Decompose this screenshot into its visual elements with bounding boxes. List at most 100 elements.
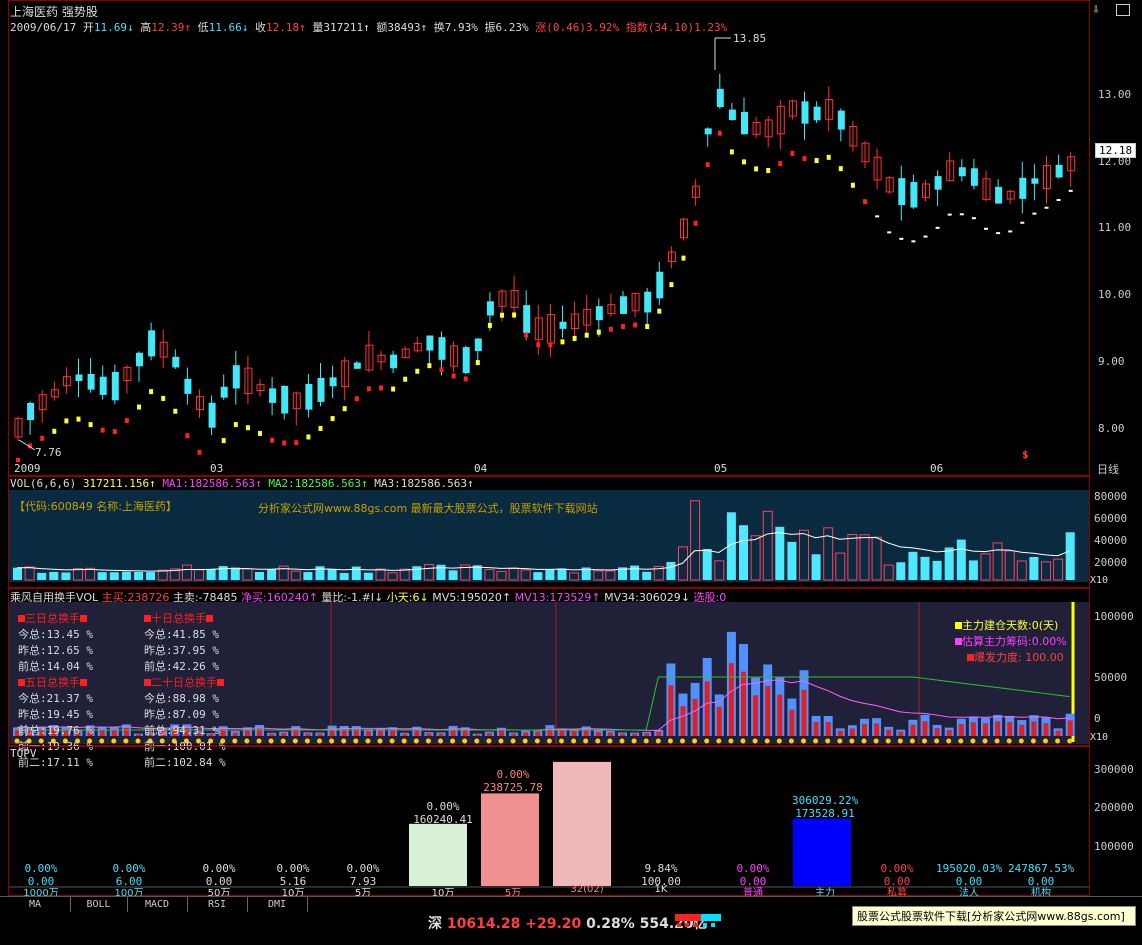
ad-banner[interactable]: 股票公式股票软件下载[分析家公式网www.88gs.com] [852, 906, 1136, 926]
support-dot [596, 329, 601, 335]
candle-body [837, 110, 845, 130]
volume-bar [1029, 556, 1039, 580]
turnover-dot [946, 738, 952, 744]
turnover-dot [425, 738, 431, 744]
volume-bar [339, 572, 349, 580]
tab-rsi[interactable]: RSI [187, 897, 248, 912]
turnover-inner-bar [1031, 721, 1037, 736]
support-dot [621, 324, 625, 330]
turnover-dot [304, 738, 310, 744]
turnover-dot [1018, 738, 1024, 744]
tab-macd[interactable]: MACD [127, 897, 188, 912]
topv-bar [793, 818, 851, 886]
support-dot [742, 159, 746, 165]
turnover-dot [244, 738, 250, 744]
period-label[interactable]: 日线 [1097, 461, 1119, 477]
volume-bar [739, 525, 748, 580]
turnover-dot [329, 738, 335, 744]
turnover-inner-bar [257, 728, 262, 736]
turnover-inner-bar [704, 681, 710, 736]
support-dot [306, 434, 311, 440]
topv-pct: 306029.22% [792, 794, 859, 807]
price-tick: 10.00 [1098, 288, 1132, 301]
volume-bar [267, 569, 277, 580]
turnover-dot [801, 738, 806, 744]
support-dot [245, 425, 250, 431]
candle-body [111, 371, 119, 401]
turn-tick: 50000 [1094, 671, 1128, 684]
support-dot [233, 422, 238, 428]
support-dot [403, 376, 408, 382]
candle-body [910, 181, 918, 208]
support-dot [778, 161, 783, 167]
support-dot [391, 386, 396, 392]
volume-bar [1065, 532, 1075, 580]
support-dot [548, 342, 553, 348]
turnover-dot [353, 738, 359, 744]
topv-pct: 0.00% [202, 862, 236, 875]
support-dot [669, 282, 674, 288]
candle-body [172, 356, 180, 368]
candle-body [27, 402, 35, 421]
topv-pct: 0.00% [736, 862, 770, 875]
topv-pct: 9.84% [644, 862, 678, 875]
turnover-inner-bar [535, 731, 541, 736]
turnover-inner-bar [777, 694, 783, 736]
vol-tick: 20000 [1094, 556, 1128, 569]
min-marker-line [18, 439, 36, 451]
candle-body [208, 402, 216, 428]
candle-body [184, 378, 192, 394]
candle-body [1055, 164, 1063, 178]
support-dot [330, 416, 335, 422]
volume-bar [49, 571, 59, 580]
candle-body [220, 386, 228, 398]
candle-body [704, 128, 712, 135]
support-dot [1044, 206, 1049, 209]
support-dot [911, 240, 916, 243]
turnover-axis: 100000 50000 0 [1090, 588, 1136, 746]
support-dot [342, 406, 347, 412]
turnover-inner-bar [983, 723, 988, 736]
turnover-inner-bar [692, 698, 698, 736]
candle-body [728, 109, 736, 121]
turnover-inner-bar [511, 733, 517, 736]
code-text: 【代码:600849 名称:上海医药】 [14, 500, 177, 513]
topv-bar [553, 761, 611, 886]
turnover-inner-bar [946, 730, 952, 736]
support-dot [318, 425, 323, 431]
candle-body [801, 101, 809, 124]
turnover-dot [498, 738, 504, 744]
kline-chart[interactable] [9, 30, 1089, 462]
turnover-dot [413, 738, 419, 744]
turnover-inner-bar [402, 733, 408, 736]
tab-boll[interactable]: BOLL [70, 897, 128, 912]
candle-body [462, 347, 470, 374]
support-dot [1020, 221, 1025, 224]
volume-bar [109, 572, 119, 580]
turnover-dot [292, 738, 298, 744]
turnover-inner-bar [390, 729, 396, 736]
support-dot [475, 360, 480, 366]
turnover-inner-bar [99, 729, 105, 736]
support-dot [863, 199, 867, 205]
support-dot [959, 213, 964, 216]
topv-bar [409, 823, 467, 886]
tab-dmi[interactable]: DMI [247, 897, 308, 912]
price-tick: 9.00 [1098, 355, 1125, 368]
volume-bar [255, 572, 264, 580]
support-dot [427, 363, 432, 369]
support-dot [1008, 230, 1013, 233]
turnover-inner-bar [934, 728, 940, 736]
turnover-dot [764, 738, 770, 744]
status-mini-bar [675, 914, 721, 928]
vol-tick: 60000 [1094, 512, 1128, 525]
turnover-dot [716, 738, 722, 744]
support-dot [354, 396, 359, 402]
tab-ma[interactable]: MA [0, 897, 71, 912]
turnover-dot [631, 738, 637, 744]
turnover-inner-bar [801, 689, 807, 736]
vol-axis: 80000 60000 40000 20000 [1090, 476, 1136, 588]
topv-value: 160240.41 [413, 813, 473, 826]
support-dot [887, 231, 892, 234]
support-dot [875, 215, 880, 218]
